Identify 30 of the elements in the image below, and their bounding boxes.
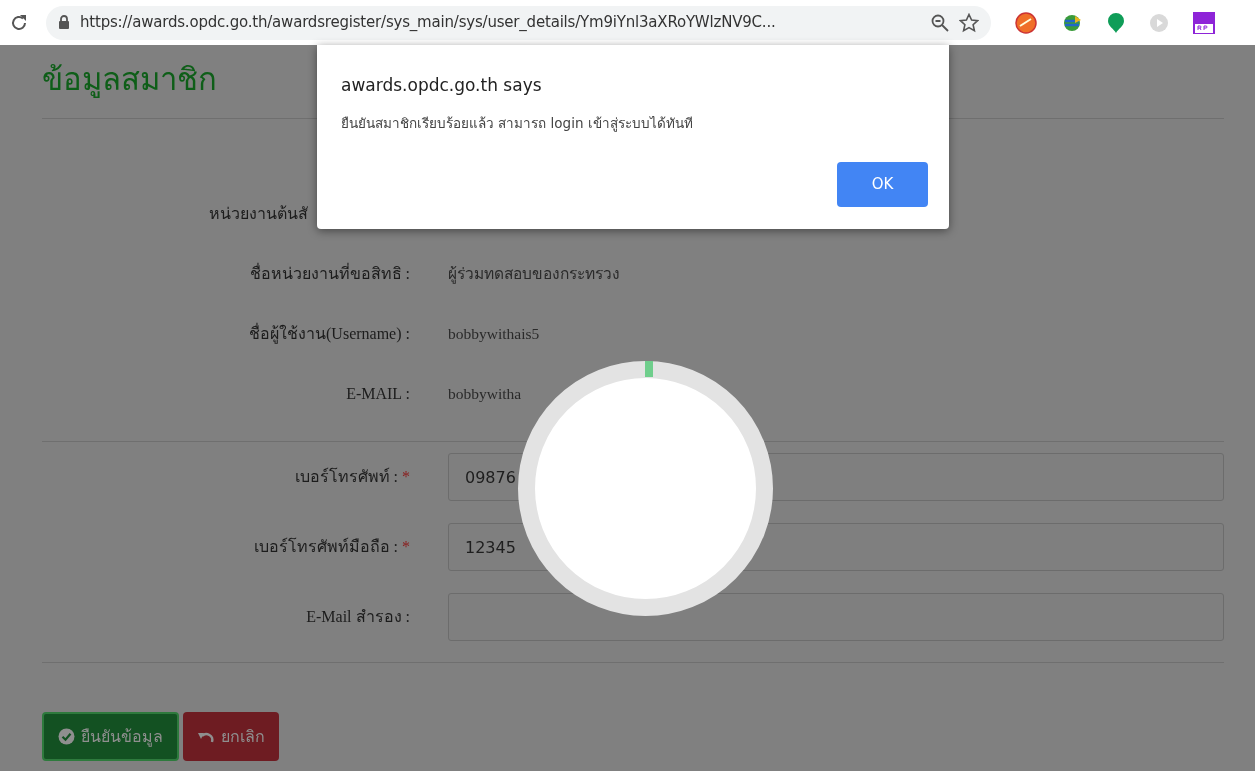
zoom-icon[interactable] <box>931 13 949 32</box>
field-label: ชื่อหน่วยงานที่ขอสิทธิ : <box>248 262 411 284</box>
dialog-title: awards.opdc.go.th says <box>341 74 543 97</box>
field-value: bobbywitha <box>448 384 522 405</box>
extension-icon[interactable] <box>1015 11 1037 34</box>
url-text: https://awards.opdc.go.th/awardsregister/sys_main/sys/user_details/Ym9iYnl3aXRoYWlzNV9C... <box>80 12 776 34</box>
ok-button[interactable]: OK <box>837 162 928 207</box>
page-title: ข้อมูลสมาชิก <box>42 61 217 100</box>
address-bar[interactable]: https://awards.opdc.go.th/awardsregister/sys_main/sys/user_details/Ym9iYnl3aXRoYWlzNV9C... <box>46 5 991 40</box>
required-mark: * <box>402 538 410 555</box>
globe-extension-icon[interactable] <box>1061 12 1083 33</box>
speech-bubble-icon[interactable] <box>1107 11 1125 34</box>
field-label: เบอร์โทรศัพท์ : * <box>293 466 411 487</box>
confirm-button[interactable]: ยืนยันข้อมูล <box>42 712 179 761</box>
field-label: E-Mail สำรอง : <box>305 607 411 627</box>
field-value: ผู้ร่วมทดสอบของกระทรวง <box>448 264 620 286</box>
required-mark: * <box>402 468 410 485</box>
star-icon[interactable] <box>959 12 979 33</box>
extension-badge-icon[interactable] <box>1193 11 1215 34</box>
field-value: bobbywithais5 <box>448 324 540 345</box>
field-label: หน่วยงานต้นสั <box>208 204 309 224</box>
cancel-button[interactable]: ยกเลิก <box>183 712 279 761</box>
check-circle-icon <box>58 728 75 745</box>
lock-icon <box>58 15 70 30</box>
field-label: E-MAIL : <box>345 384 411 404</box>
field-label: เบอร์โทรศัพท์มือถือ : * <box>252 536 411 557</box>
input-field[interactable] <box>448 593 1224 641</box>
field-label: ชื่อผู้ใช้งาน(Username) : <box>248 322 411 346</box>
dialog-message: ยืนยันสมาชิกเรียบร้อยแล้ว สามารถ login เข้าสู่ระบบได้ทันที <box>341 113 694 133</box>
reload-icon[interactable] <box>10 13 28 32</box>
